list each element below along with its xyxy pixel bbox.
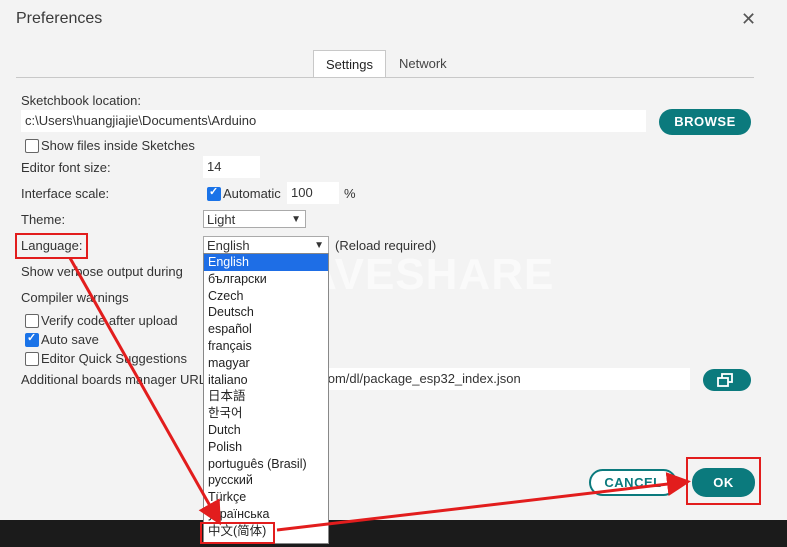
annotation-arrows [68,257,691,532]
arrow-chinese-to-ok [276,472,691,532]
arrow-language-to-chinese [68,257,221,526]
